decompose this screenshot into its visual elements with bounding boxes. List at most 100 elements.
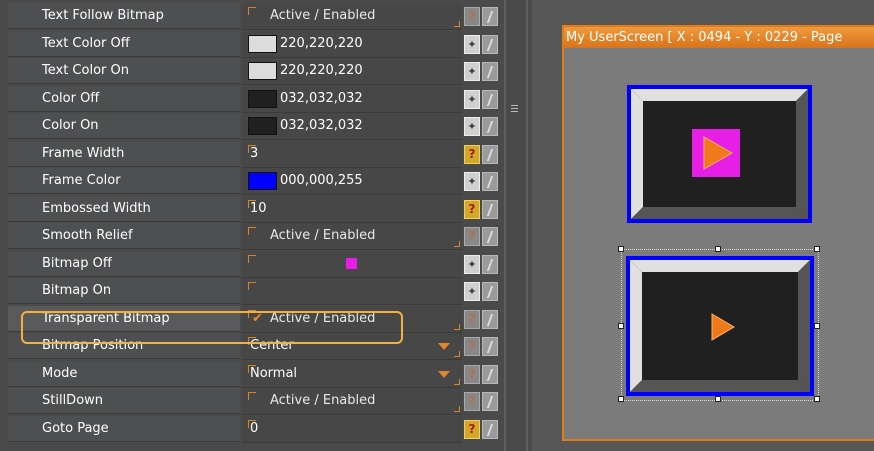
resize-handle-sw[interactable] — [618, 396, 624, 402]
color-value[interactable]: 220,220,220 — [280, 58, 363, 84]
magic-wand-icon[interactable]: ✦ — [464, 62, 480, 81]
corner-marker — [454, 323, 460, 330]
dropdown-value[interactable]: Normal — [250, 361, 297, 387]
pencil-icon[interactable] — [482, 392, 498, 411]
userscreen-window[interactable]: My UserScreen [ X : 0494 - Y : 0229 - Pa… — [562, 25, 874, 441]
pencil-icon[interactable] — [482, 254, 498, 274]
resize-handle-n[interactable] — [715, 246, 721, 252]
property-value-cell[interactable]: Active / Enabled — [242, 388, 462, 415]
bitmap-thumbnail-icon[interactable] — [346, 257, 357, 269]
property-name: Text Follow Bitmap — [8, 3, 240, 29]
property-row[interactable]: Color On 032,032,032 ✦ — [8, 113, 502, 140]
pencil-icon[interactable] — [482, 227, 498, 246]
property-row[interactable]: Text Color On 220,220,220 ✦ — [8, 58, 502, 85]
color-value[interactable]: 032,032,032 — [280, 113, 363, 139]
property-row[interactable]: Mode Normal? — [8, 360, 502, 388]
property-value-cell[interactable]: Normal — [242, 360, 462, 388]
pencil-icon[interactable] — [482, 199, 498, 219]
magic-wand-icon[interactable]: ✦ — [464, 89, 480, 109]
question-mark-icon[interactable]: ? — [464, 199, 480, 219]
pencil-icon[interactable] — [482, 172, 498, 191]
resize-handle-se[interactable] — [814, 396, 820, 402]
pencil-icon[interactable] — [482, 364, 498, 384]
checkbox-label[interactable]: Active / Enabled — [270, 3, 375, 29]
property-value-cell[interactable]: 032,032,032 — [242, 113, 462, 140]
property-row[interactable]: Goto Page 0? — [8, 415, 502, 443]
question-mark-icon[interactable]: ? — [464, 337, 480, 356]
color-value[interactable]: 220,220,220 — [280, 31, 363, 57]
pencil-icon[interactable] — [482, 309, 498, 329]
color-value[interactable]: 032,032,032 — [280, 86, 363, 112]
property-row[interactable]: Color Off 032,032,032 ✦ — [8, 85, 502, 113]
resize-handle-s[interactable] — [715, 396, 721, 402]
splitter[interactable] — [502, 0, 532, 451]
dropdown-arrow-icon[interactable] — [438, 343, 450, 350]
splitter-line-right — [526, 0, 528, 451]
property-row[interactable]: Bitmap On ✦ — [8, 278, 502, 305]
splitter-grip-icon[interactable] — [511, 105, 518, 117]
pencil-icon[interactable] — [482, 62, 498, 81]
pencil-icon[interactable] — [482, 337, 498, 356]
magic-wand-icon[interactable]: ✦ — [464, 34, 480, 54]
corner-marker — [454, 406, 460, 412]
resize-handle-e[interactable] — [814, 323, 820, 329]
property-value-cell[interactable]: 220,220,220 — [242, 30, 462, 58]
button-preview-top[interactable] — [627, 85, 812, 223]
text-value[interactable]: 0 — [250, 416, 258, 442]
property-row[interactable]: Smooth Relief Active / Enabled? — [8, 223, 502, 250]
pencil-icon[interactable] — [482, 419, 498, 439]
property-name: Embossed Width — [8, 195, 240, 222]
pencil-icon[interactable] — [482, 282, 498, 301]
resize-handle-w[interactable] — [618, 323, 624, 329]
window-title[interactable]: My UserScreen [ X : 0494 - Y : 0229 - Pa… — [564, 27, 874, 48]
property-value-cell[interactable]: 000,000,255 — [242, 168, 462, 195]
property-value-cell[interactable]: 032,032,032 — [242, 85, 462, 113]
text-value[interactable]: 10 — [250, 196, 267, 222]
property-row[interactable]: Text Follow Bitmap Active / Enabled? — [8, 3, 502, 30]
dropdown-arrow-icon[interactable] — [438, 370, 450, 378]
property-value-cell[interactable]: 3 — [242, 140, 462, 168]
resize-handle-nw[interactable] — [618, 246, 624, 252]
question-mark-icon[interactable]: ? — [464, 309, 480, 329]
canvas[interactable] — [566, 51, 874, 439]
color-swatch[interactable] — [248, 117, 277, 135]
question-mark-icon[interactable]: ? — [464, 227, 480, 246]
property-row[interactable]: Bitmap Off ✦ — [8, 250, 502, 278]
color-swatch[interactable] — [248, 172, 277, 190]
question-mark-icon[interactable]: ? — [464, 419, 480, 439]
property-row[interactable]: Frame Color 000,000,255 ✦ — [8, 168, 502, 195]
property-row[interactable]: StillDown Active / Enabled? — [8, 388, 502, 415]
pencil-icon[interactable] — [482, 89, 498, 109]
checkbox-label[interactable]: Active / Enabled — [270, 223, 375, 249]
pencil-icon[interactable] — [482, 7, 498, 26]
question-mark-icon[interactable]: ? — [464, 392, 480, 411]
pencil-icon[interactable] — [482, 117, 498, 136]
pencil-icon[interactable] — [482, 144, 498, 164]
property-value-cell[interactable]: 0 — [242, 415, 462, 443]
property-value-cell[interactable]: 10 — [242, 195, 462, 223]
question-mark-icon[interactable]: ? — [464, 7, 480, 26]
property-value-cell[interactable] — [242, 250, 462, 278]
property-value-cell[interactable]: Active / Enabled — [242, 223, 462, 250]
magic-wand-icon[interactable]: ✦ — [464, 282, 480, 301]
color-value[interactable]: 000,000,255 — [280, 168, 363, 194]
property-value-cell[interactable] — [242, 278, 462, 305]
color-swatch[interactable] — [248, 89, 277, 108]
question-mark-icon[interactable]: ? — [464, 364, 480, 384]
question-mark-icon[interactable]: ? — [464, 144, 480, 164]
corner-marker — [248, 254, 256, 263]
property-value-cell[interactable]: Active / Enabled — [242, 3, 462, 30]
color-swatch[interactable] — [248, 34, 277, 53]
text-value[interactable]: 3 — [250, 141, 258, 167]
checkbox-label[interactable]: Active / Enabled — [270, 388, 375, 414]
pencil-icon[interactable] — [482, 34, 498, 54]
magic-wand-icon[interactable]: ✦ — [464, 172, 480, 191]
color-swatch[interactable] — [248, 62, 277, 80]
magic-wand-icon[interactable]: ✦ — [464, 117, 480, 136]
resize-handle-ne[interactable] — [814, 246, 820, 252]
property-row[interactable]: Text Color Off 220,220,220 ✦ — [8, 30, 502, 58]
property-row[interactable]: Embossed Width 10? — [8, 195, 502, 223]
property-value-cell[interactable]: 220,220,220 — [242, 58, 462, 85]
magic-wand-icon[interactable]: ✦ — [464, 254, 480, 274]
property-row[interactable]: Frame Width 3? — [8, 140, 502, 168]
